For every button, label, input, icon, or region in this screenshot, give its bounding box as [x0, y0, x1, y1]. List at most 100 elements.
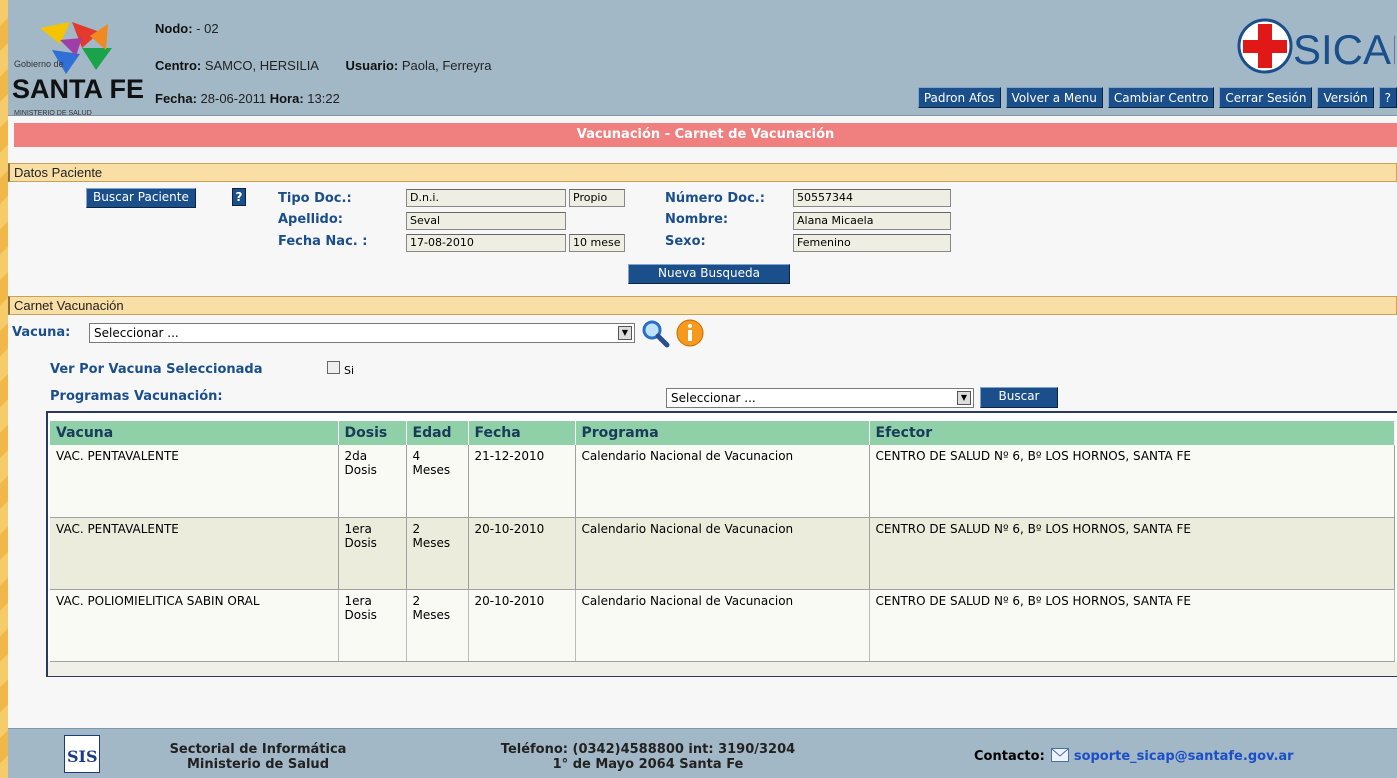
fecha-value: 28-06-2011: [200, 91, 267, 106]
sectorial-line1: Sectorial de Informática: [169, 742, 347, 757]
fecha-info: Fecha: 28-06-2011 Hora: 13:22: [155, 91, 340, 106]
vacunas-table: Vacuna Dosis Edad Fecha Programa Efector…: [50, 421, 1395, 662]
santa-fe-logo: Gobierno de SANTA FE MINISTERIO DE SALUD: [10, 14, 155, 118]
hora-value: 13:22: [307, 91, 340, 106]
search-icon[interactable]: [640, 318, 670, 348]
ver-por-vacuna-label: Ver Por Vacuna Seleccionada: [50, 362, 263, 377]
cell-programa: Calendario Nacional de Vacunacion: [575, 517, 870, 590]
col-vacuna[interactable]: Vacuna: [50, 421, 339, 445]
ver-por-vacuna-checkbox[interactable]: [327, 361, 340, 374]
sectorial-line2: Ministerio de Salud: [187, 757, 329, 772]
nodo-info: Nodo: - 02: [155, 21, 219, 36]
footer: SIS Sectorial de Informática Ministerio …: [8, 728, 1397, 778]
cambiar-centro-button[interactable]: Cambiar Centro: [1107, 87, 1215, 108]
sicap-logo: SICAP: [1235, 14, 1397, 74]
table-row[interactable]: VAC. PENTAVALENTE 2da Dosis 4 Meses 21-1…: [50, 445, 1395, 518]
col-programa[interactable]: Programa: [575, 421, 870, 445]
table-row[interactable]: VAC. PENTAVALENTE 1era Dosis 2 Meses 20-…: [50, 517, 1395, 590]
col-edad[interactable]: Edad: [406, 421, 469, 445]
cell-dosis: 2da Dosis: [338, 445, 407, 518]
cell-programa: Calendario Nacional de Vacunacion: [575, 445, 870, 518]
tipo-doc-label: Tipo Doc.:: [278, 191, 352, 206]
numero-doc-label: Número Doc.:: [665, 191, 765, 206]
buscar-paciente-button[interactable]: Buscar Paciente: [86, 188, 196, 208]
svg-text:Gobierno de: Gobierno de: [14, 59, 64, 69]
contacto-email-link[interactable]: soporte_sicap@santafe.gov.ar: [1074, 749, 1294, 764]
centro-value: SAMCO, HERSILIA: [204, 58, 319, 73]
header: Gobierno de SANTA FE MINISTERIO DE SALUD…: [8, 0, 1397, 118]
sectorial-info: Sectorial de Informática Ministerio de S…: [158, 742, 358, 772]
vacuna-select-value: Seleccionar ...: [94, 326, 179, 340]
sexo-field[interactable]: Femenino: [793, 234, 951, 252]
cell-efector: CENTRO DE SALUD Nº 6, Bº LOS HORNOS, SAN…: [869, 517, 1395, 590]
fecha-nac-label: Fecha Nac. :: [278, 234, 368, 249]
datos-paciente-header: Datos Paciente: [8, 163, 1397, 182]
nueva-busqueda-button[interactable]: Nueva Busqueda: [628, 264, 790, 284]
cell-fecha: 20-10-2010: [468, 589, 576, 662]
cell-vacuna: VAC. PENTAVALENTE: [50, 517, 339, 590]
cell-programa: Calendario Nacional de Vacunacion: [575, 589, 870, 662]
vacuna-select[interactable]: Seleccionar ... ▼: [89, 323, 635, 343]
cell-edad: 2 Meses: [406, 589, 469, 662]
apellido-field[interactable]: Seval: [406, 212, 566, 230]
contacto-label: Contacto:: [974, 749, 1045, 764]
col-fecha[interactable]: Fecha: [468, 421, 576, 445]
svg-text:SIS: SIS: [67, 747, 98, 766]
programas-select[interactable]: Seleccionar ... ▼: [666, 388, 974, 408]
cell-fecha: 21-12-2010: [468, 445, 576, 518]
volver-menu-button[interactable]: Volver a Menu: [1005, 87, 1103, 108]
telefono-line1: Teléfono: (0342)4588800 int: 3190/3204: [500, 742, 796, 757]
table-row[interactable]: VAC. POLIOMIELITICA SABIN ORAL 1era Dosi…: [50, 589, 1395, 662]
fecha-label: Fecha:: [155, 91, 197, 106]
vacunas-table-container: Vacuna Dosis Edad Fecha Programa Efector…: [46, 411, 1397, 677]
contacto-info: Contacto: soporte_sicap@santafe.gov.ar: [974, 748, 1294, 764]
telefono-info: Teléfono: (0342)4588800 int: 3190/3204 1…: [478, 742, 818, 772]
fecha-nac-field[interactable]: 17-08-2010: [406, 234, 566, 252]
help-button[interactable]: ?: [1378, 87, 1397, 108]
col-dosis[interactable]: Dosis: [338, 421, 407, 445]
telefono-line2: 1° de Mayo 2064 Santa Fe: [552, 757, 744, 772]
cell-edad: 2 Meses: [406, 517, 469, 590]
apellido-label: Apellido:: [278, 212, 343, 227]
col-efector[interactable]: Efector: [869, 421, 1395, 445]
centro-info: Centro: SAMCO, HERSILIA Usuario: Paola, …: [155, 58, 491, 73]
buscar-paciente-help-icon[interactable]: ?: [232, 188, 246, 206]
chevron-down-icon[interactable]: ▼: [957, 391, 971, 405]
centro-label: Centro:: [155, 58, 202, 73]
cell-dosis: 1era Dosis: [338, 589, 407, 662]
page-title: Vacunación - Carnet de Vacunación: [14, 123, 1397, 147]
table-header-row: Vacuna Dosis Edad Fecha Programa Efector: [50, 421, 1395, 445]
padron-afos-button[interactable]: Padron Afos: [917, 87, 1001, 108]
cell-dosis: 1era Dosis: [338, 517, 407, 590]
vacuna-label: Vacuna:: [12, 325, 71, 340]
page: Gobierno de SANTA FE MINISTERIO DE SALUD…: [8, 0, 1397, 778]
usuario-label: Usuario:: [345, 58, 399, 73]
email-icon: [1051, 748, 1070, 762]
svg-text:MINISTERIO DE SALUD: MINISTERIO DE SALUD: [14, 110, 92, 117]
cerrar-sesion-button[interactable]: Cerrar Sesión: [1219, 87, 1313, 108]
svg-text:SANTA FE: SANTA FE: [12, 74, 144, 104]
nombre-field[interactable]: Alana Micaela: [793, 212, 951, 230]
nodo-label: Nodo:: [155, 21, 193, 36]
chevron-down-icon[interactable]: ▼: [618, 326, 632, 340]
numero-doc-field[interactable]: 50557344: [793, 189, 951, 207]
cell-efector: CENTRO DE SALUD Nº 6, Bº LOS HORNOS, SAN…: [869, 589, 1395, 662]
tipo-doc-extra-field[interactable]: Propio: [569, 189, 625, 207]
table-footer: [48, 661, 1397, 676]
top-nav: Padron Afos Volver a Menu Cambiar Centro…: [917, 87, 1397, 109]
programas-select-value: Seleccionar ...: [671, 391, 756, 405]
version-button[interactable]: Versión: [1317, 87, 1374, 108]
si-label: Si: [344, 364, 355, 377]
buscar-programa-button[interactable]: Buscar: [980, 387, 1058, 408]
info-icon[interactable]: [675, 318, 705, 348]
svg-text:SICAP: SICAP: [1293, 26, 1395, 73]
cell-efector: CENTRO DE SALUD Nº 6, Bº LOS HORNOS, SAN…: [869, 445, 1395, 518]
edad-field[interactable]: 10 mese: [569, 234, 625, 252]
sexo-label: Sexo:: [665, 234, 706, 249]
usuario-value: Paola, Ferreyra: [401, 58, 492, 73]
sis-logo: SIS: [64, 735, 100, 773]
cell-vacuna: VAC. PENTAVALENTE: [50, 445, 339, 518]
carnet-vacunacion-header: Carnet Vacunación: [8, 296, 1397, 315]
tipo-doc-field[interactable]: D.n.i.: [406, 189, 566, 207]
hora-label: Hora:: [269, 91, 304, 106]
